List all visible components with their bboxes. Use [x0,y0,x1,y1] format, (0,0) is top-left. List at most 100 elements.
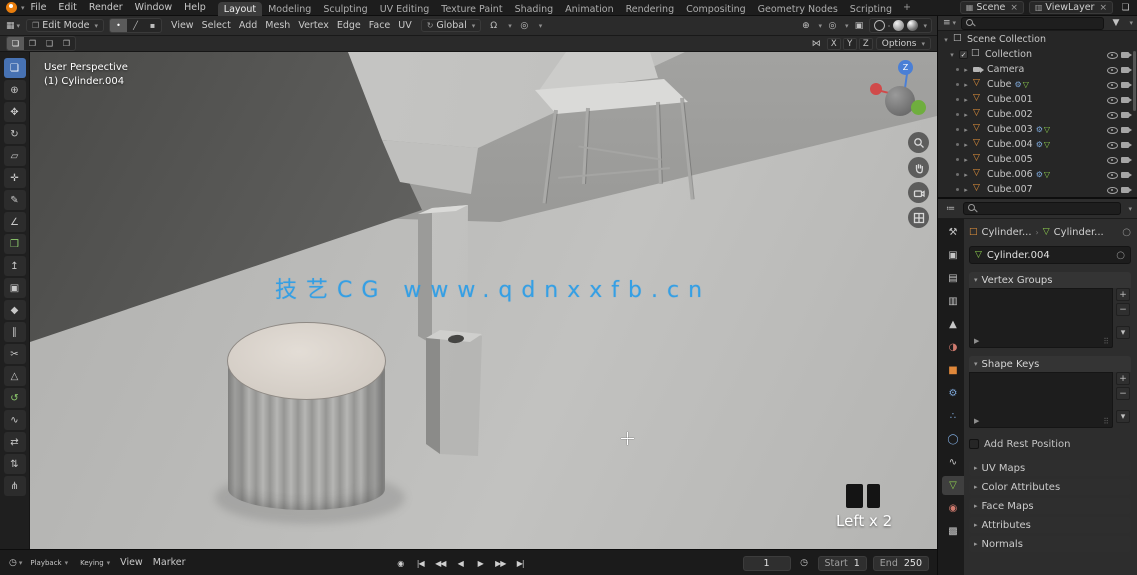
chevron-down-icon[interactable]: ▾ [1129,19,1133,27]
disclosure-icon[interactable]: ▸ [962,96,970,104]
hide-in-viewport-icon[interactable] [1107,184,1118,195]
workspace-tab[interactable]: Sculpting [317,2,373,16]
outliner-item-row[interactable]: ▸ Cube ⚙▽ [938,77,1137,92]
properties-tab[interactable]: ∿ [942,453,964,472]
select-op-button[interactable]: ❐ [24,37,41,50]
add-workspace-button[interactable]: + [898,2,916,13]
disclosure-icon[interactable]: ▾ [942,36,950,44]
disable-in-renders-icon[interactable] [1121,79,1133,90]
gizmo-z-axis[interactable]: Z [898,60,913,75]
viewport-menu-item[interactable]: View [167,20,198,31]
hide-in-viewport-icon[interactable] [1107,154,1118,165]
tool-button[interactable]: △ [4,366,26,386]
disclosure-icon[interactable]: ▾ [948,51,956,59]
hide-in-viewport-icon[interactable] [1107,49,1118,60]
viewport-menu-item[interactable]: Face [365,20,394,31]
viewport-menu-item[interactable]: Select [198,20,235,31]
disable-in-renders-icon[interactable] [1121,109,1133,120]
viewport-menu-item[interactable]: Edge [333,20,365,31]
playback-button[interactable]: ▶▶ [491,555,509,571]
hide-in-viewport-icon[interactable] [1107,94,1118,105]
tool-button[interactable]: ◆ [4,300,26,320]
select-mode-button[interactable]: ▪ [144,19,161,32]
properties-tab[interactable]: ▣ [942,246,964,265]
resize-grip-icon[interactable]: ⠿ [1103,337,1109,346]
shape-key-specials-button[interactable]: ▾ [1116,410,1130,423]
hide-in-viewport-icon[interactable] [1107,79,1118,90]
disclosure-icon[interactable]: ▸ [962,171,970,179]
tool-button[interactable]: ⋔ [4,476,26,496]
add-rest-position-checkbox[interactable] [969,439,979,449]
timeline-menu-item[interactable]: Marker [148,557,191,568]
outliner-search[interactable] [961,17,1104,30]
mirror-axis-toggle[interactable]: X [827,38,841,50]
tool-button[interactable]: ⊕ [4,80,26,100]
tool-button[interactable]: ↻ [4,124,26,144]
outliner-item-row[interactable]: ▸ Cube.002 ⚙▽ [938,107,1137,122]
disclosure-icon[interactable]: ▸ [962,66,970,74]
viewport-menu-item[interactable]: UV [394,20,415,31]
vertex-groups-panel-header[interactable]: ▾ Vertex Groups [969,272,1131,288]
timeline-menu-item[interactable]: Playback [25,559,73,567]
overlays-dropdown-icon[interactable]: ▾ [845,22,849,30]
close-icon[interactable]: × [1099,3,1107,13]
disclosure-icon[interactable]: ▸ [962,156,970,164]
shape-keys-list[interactable]: ▶ ⠿ [969,372,1113,428]
collapsed-panel-header[interactable]: ▸ Attributes [969,517,1131,533]
disclosure-icon[interactable]: ▸ [962,141,970,149]
playback-button[interactable]: ▶ [471,555,489,571]
tool-button[interactable]: ∿ [4,410,26,430]
properties-tab[interactable]: ■ [942,361,964,380]
add-shape-key-button[interactable]: + [1116,372,1130,385]
playback-button[interactable]: |◀ [411,555,429,571]
show-overlays-icon[interactable]: ◎ [825,19,840,33]
disclosure-icon[interactable]: ▸ [962,81,970,89]
gizmo-y-axis[interactable] [911,100,926,115]
outliner-editor-icon[interactable]: ≡▾ [942,16,957,30]
viewport-canvas[interactable]: User Perspective (1) Cylinder.004 技艺CG w… [30,52,937,549]
workspace-tab[interactable]: Texture Paint [435,2,508,16]
remove-vertex-group-button[interactable]: − [1116,303,1130,316]
editor-type-icon[interactable]: ▦▾ [5,19,21,33]
collapsed-panel-header[interactable]: ▸ Face Maps [969,498,1131,514]
tool-button[interactable]: ⇄ [4,432,26,452]
outliner-item-row[interactable]: ▸ Cube.007 ⚙▽ [938,182,1137,197]
outliner-item-row[interactable]: ▸ Cube.006 ⚙▽ [938,167,1137,182]
menu-item[interactable]: Edit [52,0,82,16]
properties-tab[interactable]: ⚒ [942,223,964,242]
vertex-groups-list[interactable]: ▶ ⠿ [969,288,1113,348]
mirror-axis-toggle[interactable]: Y [843,38,857,50]
properties-tab[interactable]: ▩ [942,522,964,541]
viewport-menu-item[interactable]: Add [235,20,261,31]
disable-in-renders-icon[interactable] [1121,184,1133,195]
outliner-search-input[interactable] [979,18,1099,28]
frame-start-field[interactable]: Start 1 [818,556,867,571]
collapsed-panel-header[interactable]: ▸ Normals [969,536,1131,552]
workspace-tab[interactable]: Rendering [620,2,681,16]
outliner-item-row[interactable]: ▸ Cube.001 ⚙▽ [938,92,1137,107]
camera-view-button[interactable] [908,182,929,203]
toggle-xray-icon[interactable]: ▣ [851,19,866,33]
disable-in-renders-icon[interactable] [1121,139,1133,150]
disclosure-icon[interactable]: ▸ [962,186,970,194]
current-frame-field[interactable]: 1 [743,556,791,571]
viewport-menu-item[interactable]: Vertex [294,20,333,31]
gizmo-x-axis[interactable] [870,83,882,95]
proportional-editing-icon[interactable]: ◎ [517,19,532,33]
viewport-menu-item[interactable]: Mesh [261,20,294,31]
navigation-gizmo[interactable]: Z [865,60,935,130]
outliner-item-row[interactable]: ▸ Cube.003 ⚙▽ [938,122,1137,137]
scene-collection-row[interactable]: ▾ Scene Collection [938,32,1137,47]
add-vertex-group-button[interactable]: + [1116,288,1130,301]
tool-button[interactable]: ↺ [4,388,26,408]
properties-tab[interactable]: ◯ [942,430,964,449]
viewlayer-selector[interactable]: ▥ ViewLayer × [1029,1,1113,14]
tool-button[interactable]: ⇅ [4,454,26,474]
hide-in-viewport-icon[interactable] [1107,64,1118,75]
proportional-dropdown-icon[interactable]: ▾ [539,22,543,30]
shading-rendered-button[interactable] [907,20,918,31]
playback-button[interactable]: ◀◀ [431,555,449,571]
workspace-tab[interactable]: Modeling [262,2,317,16]
collection-row[interactable]: ▾ ✓ Collection [938,47,1137,62]
disclosure-icon[interactable]: ▸ [962,126,970,134]
